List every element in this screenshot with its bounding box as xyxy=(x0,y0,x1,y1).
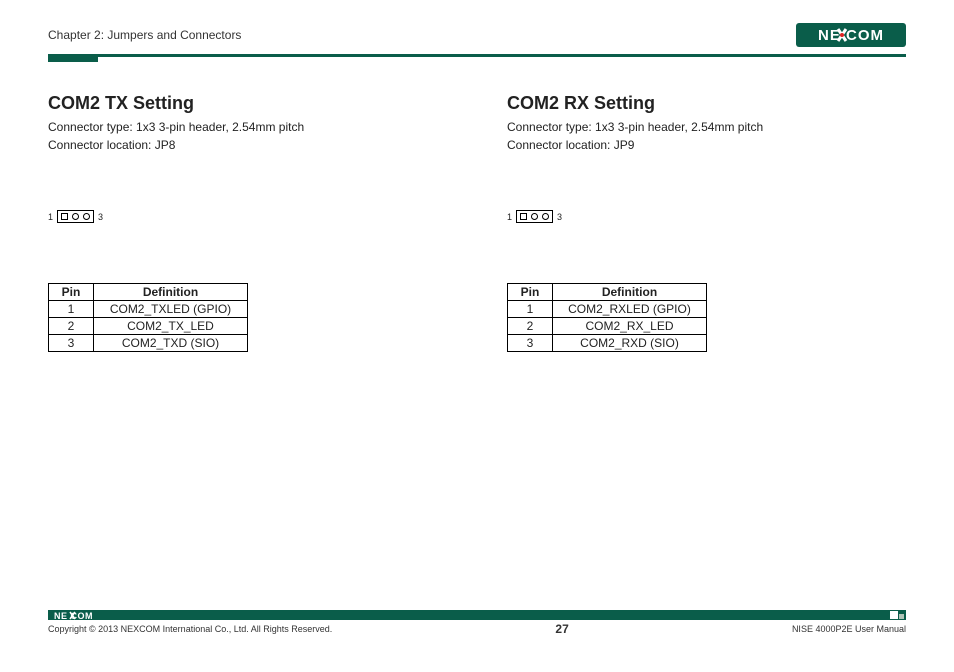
pin-label-right: 3 xyxy=(98,212,103,222)
com2-rx-section: COM2 RX Setting Connector type: 1x3 3-pi… xyxy=(507,93,906,352)
nexcom-logo-top: NE COM xyxy=(796,23,906,47)
table-row: 1 COM2_RXLED (GPIO) xyxy=(508,301,707,318)
table-row: 2 COM2_RX_LED xyxy=(508,318,707,335)
pin-table-rx: Pin Definition 1 COM2_RXLED (GPIO) 2 COM… xyxy=(507,283,707,352)
pin-header-icon xyxy=(57,210,94,223)
page-number: 27 xyxy=(555,622,568,636)
connector-type-rx: Connector type: 1x3 3-pin header, 2.54mm… xyxy=(507,118,906,136)
pin-table-tx: Pin Definition 1 COM2_TXLED (GPIO) 2 COM… xyxy=(48,283,248,352)
pin-label-left: 1 xyxy=(48,212,53,222)
nexcom-logo-footer: NE COM xyxy=(54,611,119,620)
svg-text:NE COM: NE COM xyxy=(54,611,93,620)
footer-squares-icon xyxy=(890,611,904,619)
table-row: 3 COM2_RXD (SIO) xyxy=(508,335,707,352)
connector-type-tx: Connector type: 1x3 3-pin header, 2.54mm… xyxy=(48,118,447,136)
pin-label-right: 3 xyxy=(557,212,562,222)
pin-diagram-tx: 1 3 xyxy=(48,210,447,223)
footer-rule: NE COM xyxy=(48,610,906,620)
pin-label-left: 1 xyxy=(507,212,512,222)
pin-header-icon xyxy=(516,210,553,223)
connector-location-rx: Connector location: JP9 xyxy=(507,136,906,154)
com2-tx-section: COM2 TX Setting Connector type: 1x3 3-pi… xyxy=(48,93,447,352)
section-title-tx: COM2 TX Setting xyxy=(48,93,447,114)
table-row: 1 COM2_TXLED (GPIO) xyxy=(49,301,248,318)
section-title-rx: COM2 RX Setting xyxy=(507,93,906,114)
manual-name: NISE 4000P2E User Manual xyxy=(792,624,906,634)
th-def: Definition xyxy=(94,284,248,301)
th-def: Definition xyxy=(553,284,707,301)
pin-diagram-rx: 1 3 xyxy=(507,210,906,223)
connector-location-tx: Connector location: JP8 xyxy=(48,136,447,154)
th-pin: Pin xyxy=(508,284,553,301)
svg-text:NE COM: NE COM xyxy=(818,27,884,44)
chapter-title: Chapter 2: Jumpers and Connectors xyxy=(48,28,241,42)
th-pin: Pin xyxy=(49,284,94,301)
table-row: 3 COM2_TXD (SIO) xyxy=(49,335,248,352)
table-row: 2 COM2_TX_LED xyxy=(49,318,248,335)
copyright-text: Copyright © 2013 NEXCOM International Co… xyxy=(48,624,332,634)
header-rule xyxy=(48,54,906,57)
